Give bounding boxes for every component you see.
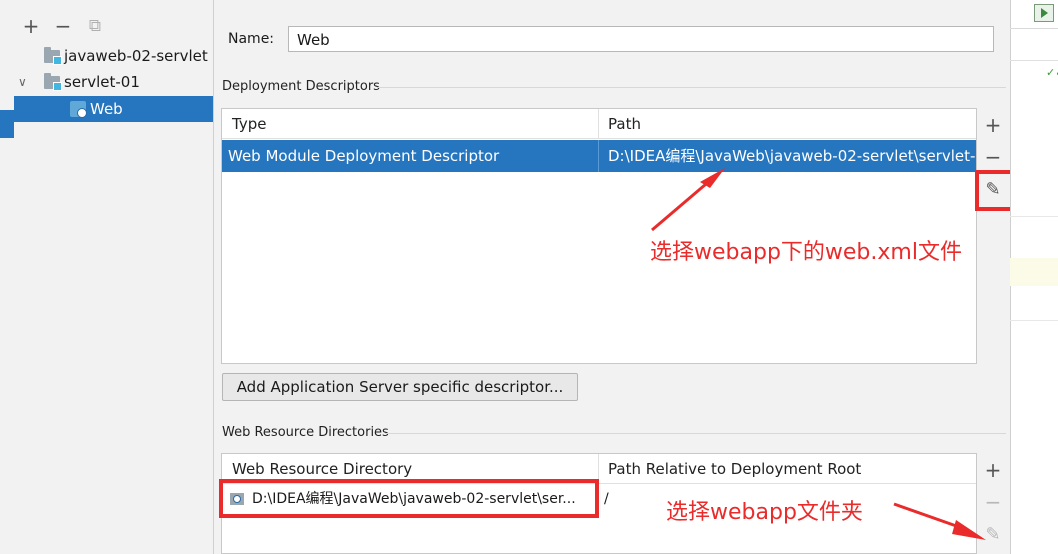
add-server-descriptor-button[interactable]: Add Application Server specific descript… [222,373,578,401]
tree-item-javaweb-02-servlet[interactable]: javaweb-02-servlet [14,43,213,69]
name-input[interactable]: Web [288,26,994,52]
tree-item-label: Web [90,100,123,118]
add-button[interactable]: + [20,14,42,38]
column-header-type[interactable]: Type [222,109,598,139]
background-editor-area: ✓✓ [1010,0,1058,554]
module-tree-panel: + − ⧉ javaweb-02-servlet ∨ servlet-01 We… [14,0,214,554]
module-folder-icon [44,73,62,91]
tree-item-label: javaweb-02-servlet [64,47,208,65]
column-header-relative-path[interactable]: Path Relative to Deployment Root [598,454,976,484]
web-facet-icon [70,101,87,118]
chevron-down-icon[interactable]: ∨ [18,69,27,95]
descriptor-type-cell: Web Module Deployment Descriptor [228,147,500,165]
add-resource-button[interactable]: + [978,456,1008,484]
annotation-arrow-2 [893,502,986,540]
left-edge-strip [0,0,14,554]
section-divider [378,87,1006,88]
tree-item-servlet-01[interactable]: ∨ servlet-01 [14,69,213,95]
run-icon[interactable] [1034,4,1054,22]
annotation-text-2: 选择webapp文件夹 [666,500,863,525]
deployment-section-title: Deployment Descriptors [222,79,380,94]
column-header-path[interactable]: Path [598,109,976,139]
annotation-text-1: 选择webapp下的web.xml文件 [650,240,962,265]
tree-item-label: servlet-01 [64,73,140,91]
highlight-edit-button [975,170,1014,211]
name-label: Name: [228,31,275,47]
section-divider [385,433,1006,434]
copy-button[interactable]: ⧉ [84,14,106,38]
deployment-tools: + − ✎ [978,110,1008,364]
relative-path-cell: / [604,491,609,507]
remove-button[interactable]: − [52,14,74,38]
left-edge-selection [0,110,14,138]
remove-descriptor-button[interactable]: − [978,143,1008,171]
annotation-arrow-1 [651,168,725,232]
highlight-resource-directory [219,479,599,518]
tree-item-web[interactable]: Web [14,96,213,122]
table-row[interactable]: Web Module Deployment Descriptor D:\IDEA… [222,140,976,172]
module-folder-icon [44,47,62,65]
checkmark-icon: ✓✓ [1046,66,1058,79]
add-descriptor-button[interactable]: + [978,111,1008,139]
column-separator [598,109,599,139]
resources-section-title: Web Resource Directories [222,425,389,440]
